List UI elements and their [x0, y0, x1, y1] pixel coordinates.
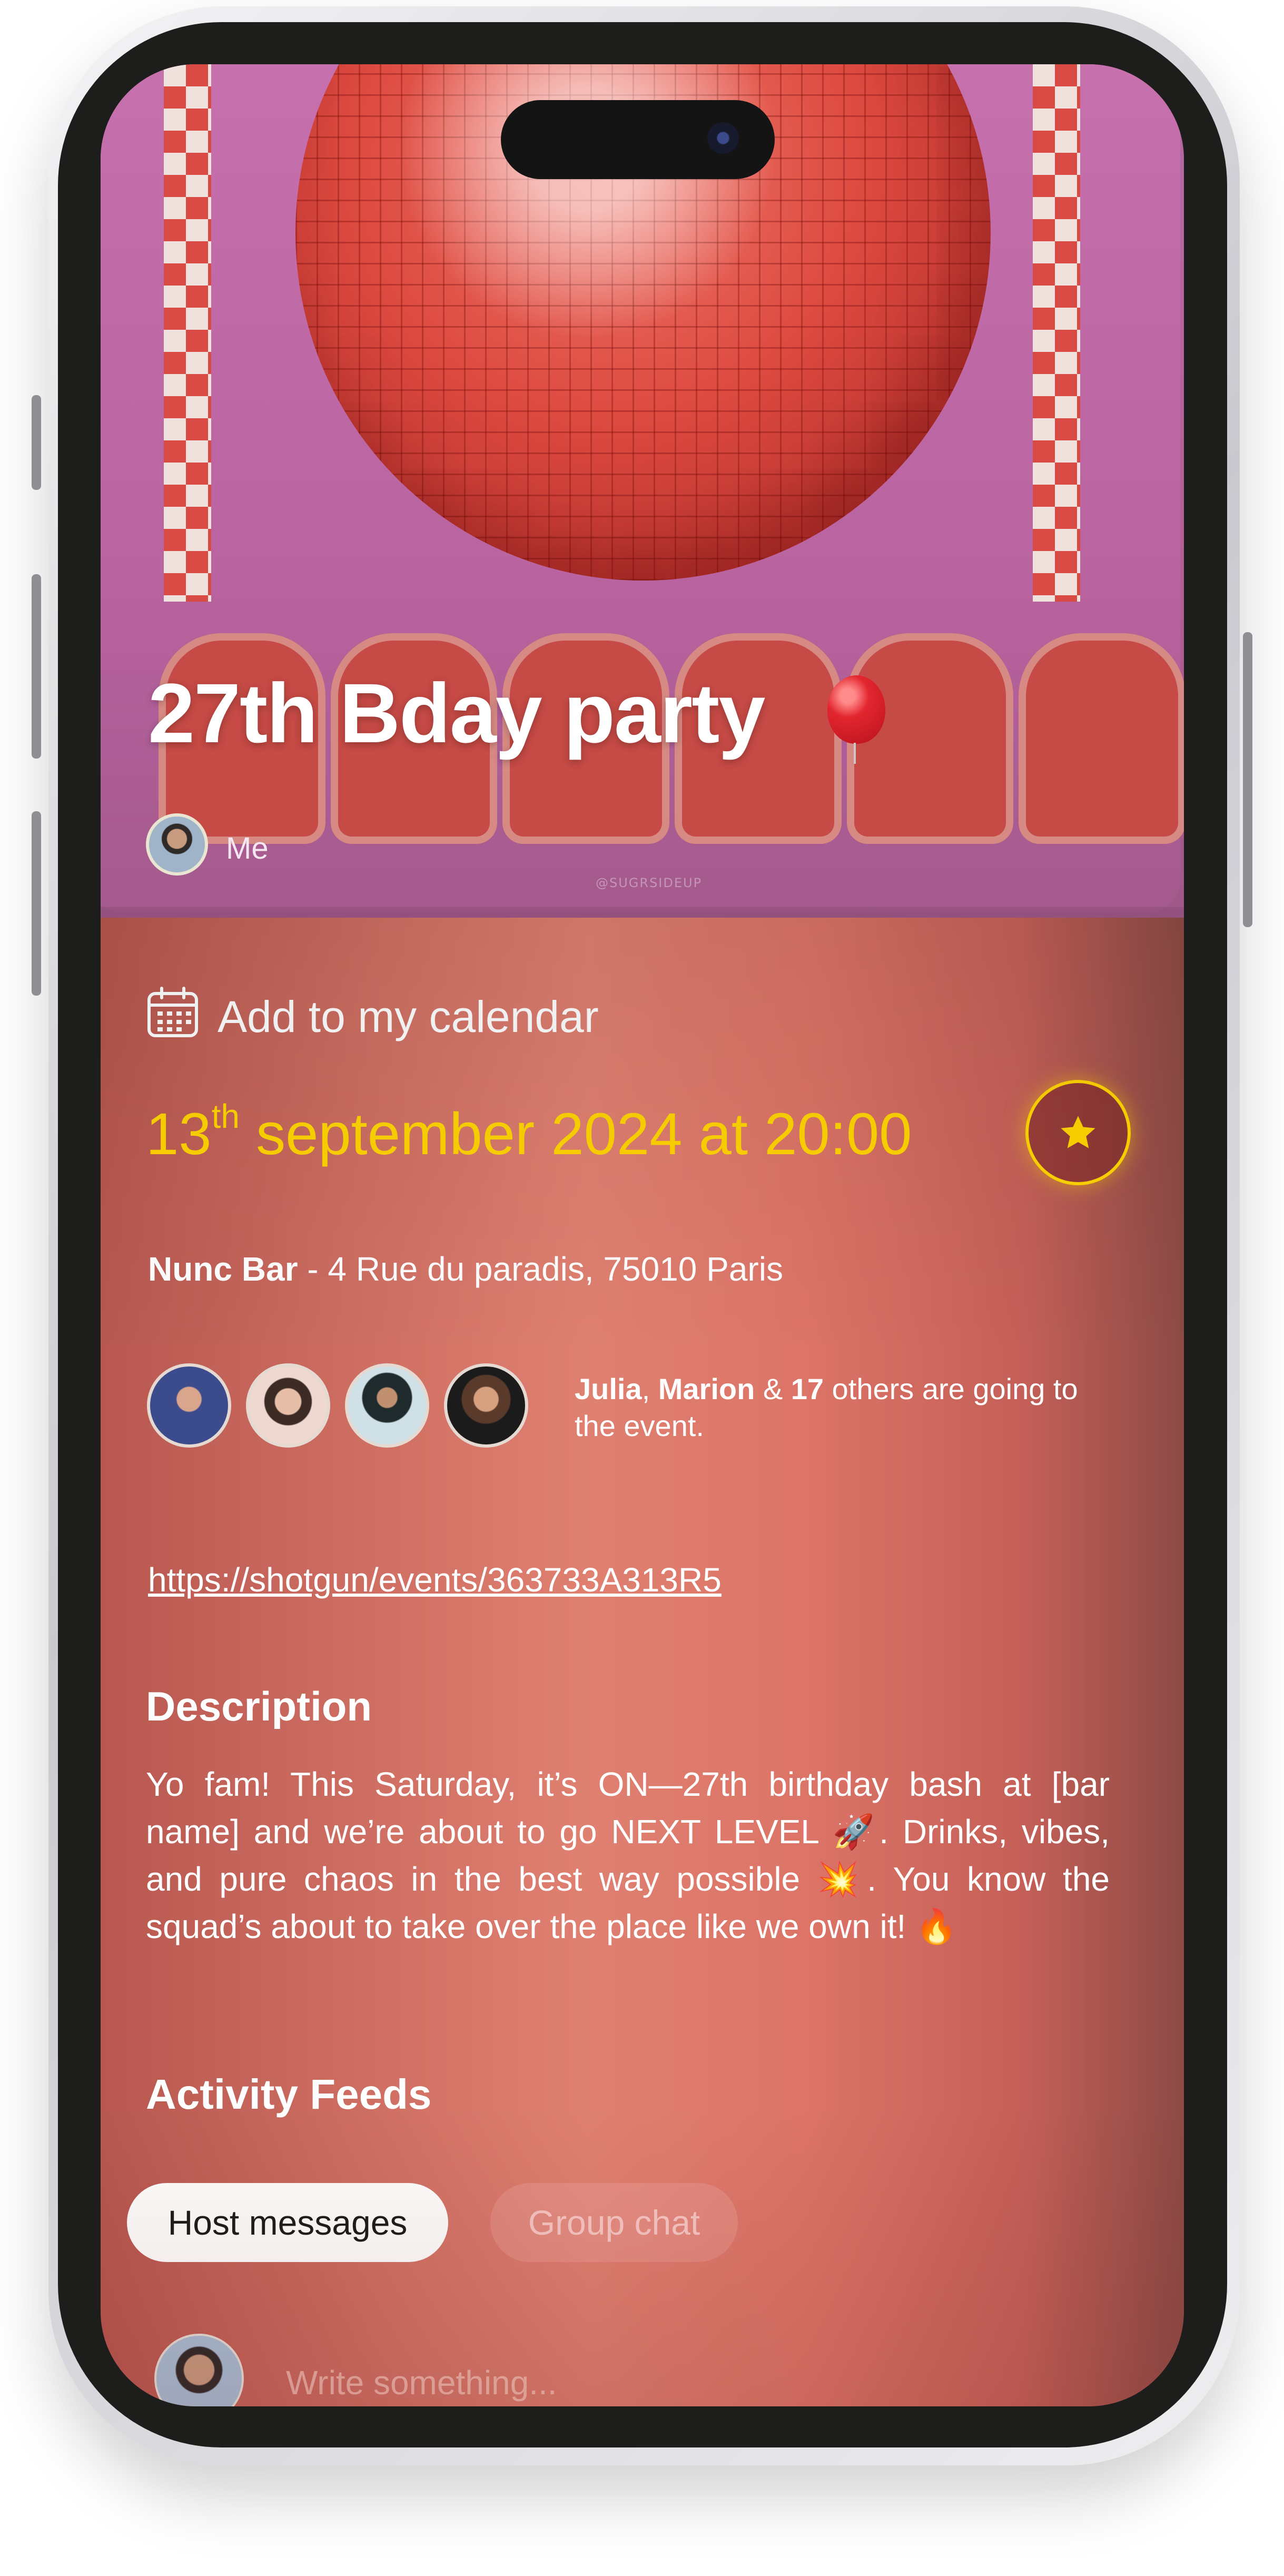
host-label: Me — [226, 831, 269, 866]
tab-group-chat[interactable]: Group chat — [490, 2183, 738, 2262]
attendee-avatar[interactable] — [444, 1363, 528, 1448]
calendar-icon[interactable] — [146, 986, 200, 1039]
description-heading: Description — [146, 1683, 372, 1729]
checker-strip-right — [1033, 64, 1080, 602]
phone-volume-up-button — [32, 574, 41, 759]
tab-host-messages[interactable]: Host messages — [127, 2183, 448, 2262]
add-to-calendar-link[interactable]: Add to my calendar — [218, 991, 599, 1043]
poster-watermark: @SUGRSIDEUP — [596, 876, 703, 890]
venue-address: 4 Rue du paradis, 75010 Paris — [328, 1250, 783, 1288]
date-rest: september 2024 at 20:00 — [239, 1101, 912, 1167]
attendee-count: 17 — [791, 1372, 824, 1405]
host-avatar[interactable] — [146, 813, 208, 876]
description-body: Yo fam! This Saturday, it’s ON—27th birt… — [146, 1765, 1110, 1945]
date-day: 13 — [146, 1101, 212, 1167]
event-cover-image: @SUGRSIDEUP — [101, 64, 1184, 918]
star-icon — [1061, 1116, 1095, 1148]
event-ticket-link[interactable]: https://shotgun/events/363733A313R5 — [148, 1560, 722, 1599]
venue-separator: - — [298, 1250, 328, 1288]
message-input[interactable] — [285, 2356, 1024, 2406]
event-title: 27th Bday party — [148, 666, 765, 760]
attendee-name-2: Marion — [658, 1372, 755, 1405]
date-suffix: th — [211, 1097, 240, 1135]
checker-strip-left — [164, 64, 211, 602]
attendee-avatar[interactable] — [345, 1363, 429, 1448]
front-camera — [707, 122, 739, 154]
attendee-avatar[interactable] — [246, 1363, 330, 1448]
composer-avatar — [154, 2334, 244, 2406]
app-screen: @SUGRSIDEUP 27th Bday party Me Add to my… — [101, 64, 1184, 2406]
phone-volume-down-button — [32, 811, 41, 996]
activity-feeds-heading: Activity Feeds — [146, 2071, 432, 2118]
phone-power-button — [1243, 632, 1252, 927]
venue-info[interactable]: Nunc Bar - 4 Rue du paradis, 75010 Paris — [148, 1250, 783, 1289]
attendees-separator: & — [755, 1372, 791, 1405]
attendee-name-1: Julia — [575, 1372, 642, 1405]
phone-action-button — [32, 395, 41, 490]
attendees-summary[interactable]: Julia, Marion & 17 others are going to t… — [575, 1371, 1107, 1444]
attendees-separator: , — [641, 1372, 658, 1405]
venue-name: Nunc Bar — [148, 1250, 298, 1288]
balloon-icon — [827, 675, 885, 764]
event-date: 13th september 2024 at 20:00 — [146, 1097, 912, 1168]
attendee-avatar[interactable] — [147, 1363, 231, 1448]
favorite-button[interactable] — [1025, 1080, 1131, 1185]
